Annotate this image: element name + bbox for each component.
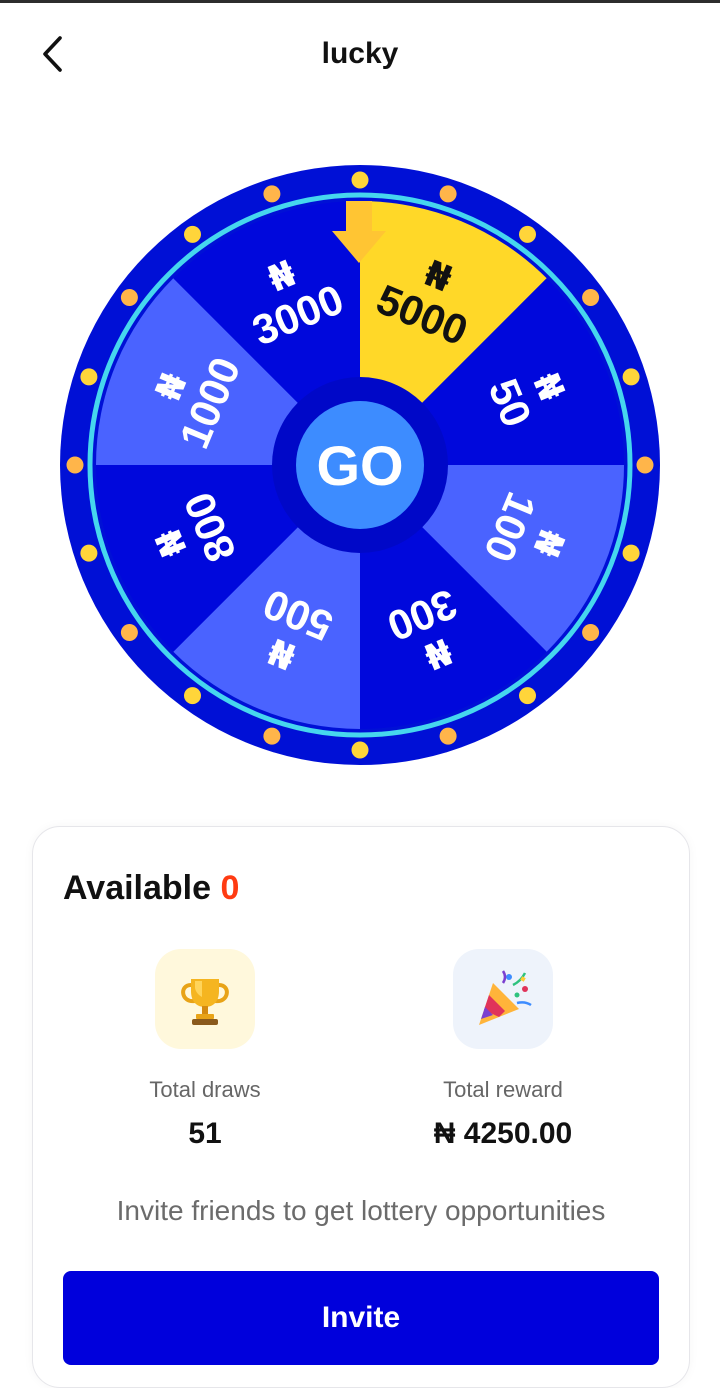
rim-light-dot	[184, 687, 201, 705]
rim-light-dot	[582, 624, 600, 641]
rim-light-dot	[519, 225, 536, 243]
total-reward-value: ₦ 4250.00	[433, 1117, 573, 1150]
go-button-label[interactable]: GO	[316, 434, 403, 497]
total-draws-label: Total draws	[149, 1077, 261, 1102]
rim-light-dot	[582, 289, 600, 306]
invite-button[interactable]: Invite	[63, 1271, 659, 1365]
rim-light-dot	[351, 741, 369, 759]
trophy-icon-box	[155, 949, 255, 1049]
rim-light-dot	[622, 544, 640, 562]
rim-light-dot	[439, 727, 457, 745]
total-draws-value: 51	[188, 1117, 222, 1150]
trophy-icon	[181, 979, 229, 1025]
rim-light-dot	[80, 544, 98, 562]
available-count: 0	[220, 869, 240, 907]
total-reward-stat: Total reward ₦ 4250.00	[353, 949, 653, 1151]
rim-light-dot	[263, 727, 281, 745]
rim-light-dot	[120, 289, 138, 306]
page-title: lucky	[321, 37, 399, 70]
rim-light-dot	[351, 171, 369, 189]
total-draws-stat: Total draws 51	[55, 949, 355, 1151]
rim-light-dot	[439, 185, 457, 203]
lucky-wheel[interactable]: ₦ 5000 ₦ 50 ₦ 100 ₦ 300 ₦ 500 ₦ 800 ₦ 1000 ₦ 3000 GO	[60, 165, 660, 765]
header: lucky	[0, 3, 720, 103]
party-popper-icon	[479, 970, 532, 1025]
total-reward-label: Total reward	[443, 1077, 563, 1102]
available-draws: Available 0	[63, 869, 239, 908]
rim-light-dot	[120, 624, 138, 641]
invite-description: Invite friends to get lottery opportunit…	[116, 1195, 606, 1226]
rim-light-dot	[622, 368, 640, 386]
party-popper-icon-box	[453, 949, 553, 1049]
rim-light-dot	[184, 225, 201, 243]
rim-light-dot	[66, 456, 84, 474]
rim-light-dot	[519, 687, 536, 705]
lottery-stats-card: Available 0 Total draws 51 Total reward …	[32, 826, 690, 1388]
rim-light-dot	[80, 368, 98, 386]
rim-light-dot	[263, 185, 281, 203]
rim-light-dot	[636, 456, 654, 474]
available-label: Available	[63, 869, 212, 907]
